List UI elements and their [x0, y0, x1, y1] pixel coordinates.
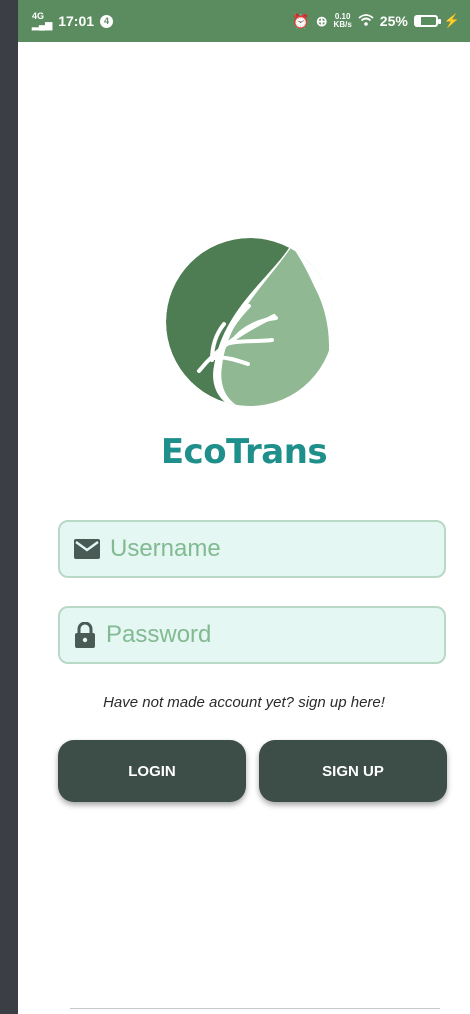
- status-time: 17:01: [58, 13, 95, 29]
- wifi-icon: [358, 13, 374, 29]
- bottom-nav-edge: [70, 1008, 440, 1014]
- notification-count-badge: 4: [100, 14, 114, 28]
- username-field[interactable]: [58, 520, 446, 578]
- network-speed: 0.10 KB/s: [334, 13, 352, 29]
- signup-hint-link[interactable]: Have not made account yet? sign up here!: [18, 694, 470, 711]
- battery-icon: [413, 15, 441, 27]
- login-button[interactable]: LOGIN: [58, 740, 246, 802]
- ecotrans-leaf-logo: [166, 238, 334, 406]
- app-title: EcoTrans: [160, 432, 328, 472]
- phone-screen: 4G ▂▄▆ 17:01 4 ⏰ ⊕ 0.10 KB/s 25% ⚡ EcoTr…: [18, 0, 470, 1014]
- status-bar: 4G ▂▄▆ 17:01 4 ⏰ ⊕ 0.10 KB/s 25% ⚡: [18, 0, 470, 42]
- speed-unit: KB/s: [333, 20, 352, 29]
- status-right: ⏰ ⊕ 0.10 KB/s 25% ⚡: [292, 13, 460, 30]
- status-left: 4G ▂▄▆ 17:01 4: [32, 12, 114, 30]
- lock-icon: [75, 622, 95, 648]
- password-field[interactable]: [58, 606, 446, 664]
- username-input[interactable]: [110, 535, 410, 563]
- battery-percent: 25%: [379, 13, 408, 29]
- data-icon: ⊕: [315, 12, 328, 29]
- network-indicator: 4G ▂▄▆: [32, 12, 52, 30]
- alarm-icon: ⏰: [292, 12, 310, 29]
- envelope-icon: [74, 539, 100, 559]
- charging-icon: ⚡: [443, 13, 460, 28]
- password-input[interactable]: [106, 621, 406, 649]
- signal-bars-icon: ▂▄▆: [32, 20, 53, 30]
- signup-button[interactable]: SIGN UP: [259, 740, 447, 802]
